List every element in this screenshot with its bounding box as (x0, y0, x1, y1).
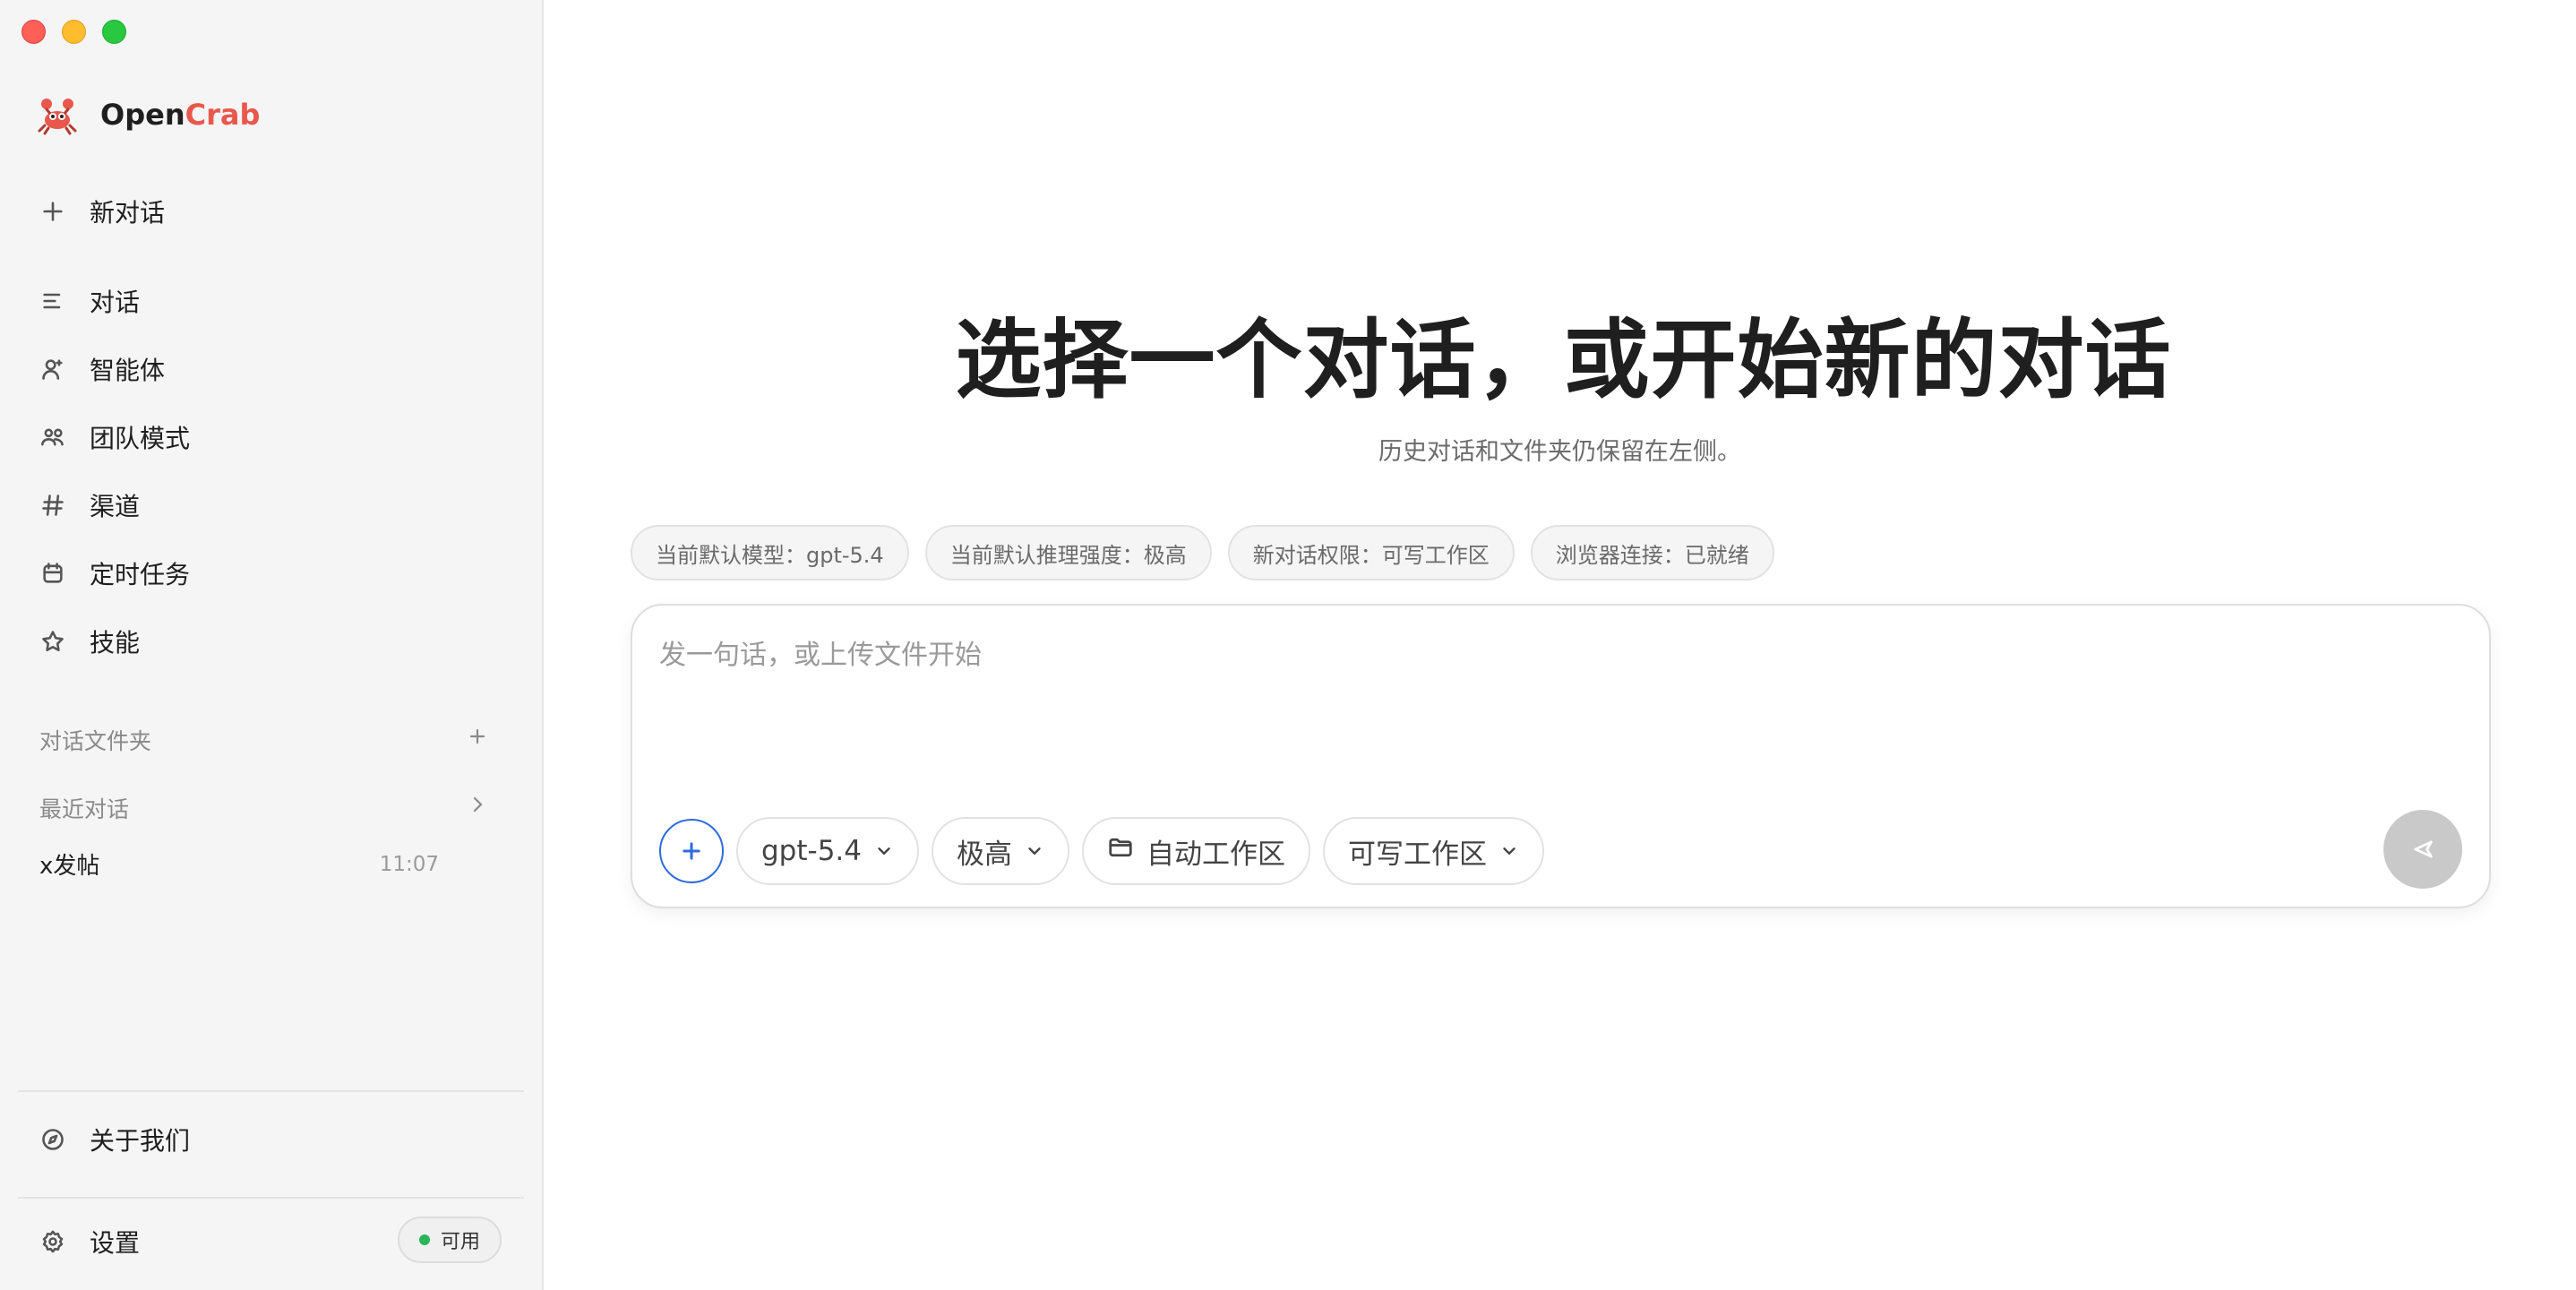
sidebar-item-label: 对话 (90, 288, 141, 317)
hash-icon (39, 492, 66, 519)
recent-chat-time: 11:07 (379, 852, 439, 876)
new-chat-button[interactable]: 新对话 (39, 192, 165, 231)
effort-select[interactable]: 极高 (932, 817, 1069, 885)
star-icon (39, 628, 66, 655)
permission-select-label: 可写工作区 (1348, 838, 1487, 871)
team-icon (39, 424, 66, 451)
maximize-window-button[interactable] (102, 20, 126, 44)
crab-logo-icon (38, 99, 77, 135)
plus-icon (683, 842, 700, 860)
sidebar-item-label: 渠道 (90, 492, 141, 521)
sidebar-item-agents[interactable]: 智能体 (39, 349, 165, 389)
model-select[interactable]: gpt-5.4 (736, 817, 919, 885)
window-controls (21, 20, 126, 44)
message-composer: gpt-5.4 极高 自动工作区 可写工作区 (631, 604, 2491, 908)
workspace-button[interactable]: 自动工作区 (1082, 817, 1310, 885)
chevron-down-icon (878, 847, 890, 855)
plus-icon (469, 728, 485, 744)
default-model-chip: 当前默认模型：gpt-5.4 (631, 525, 909, 580)
sidebar-item-label: 技能 (90, 628, 141, 658)
composer-toolbar: gpt-5.4 极高 自动工作区 可写工作区 (659, 817, 1544, 885)
sidebar: OpenCrab 新对话 对话 智能体 团队模式 渠道 定时任务 技能 对话文件… (0, 0, 544, 1290)
settings-button[interactable]: 设置 (39, 1222, 140, 1261)
recent-chat-title: x发帖 (39, 853, 100, 880)
send-button[interactable] (2383, 810, 2462, 889)
settings-label: 设置 (90, 1228, 141, 1258)
status-badge: 可用 (397, 1217, 502, 1263)
folder-icon (1109, 838, 1132, 857)
expand-recent-button[interactable] (467, 792, 488, 821)
brand-name: OpenCrab (100, 98, 261, 132)
minimize-window-button[interactable] (62, 20, 86, 44)
sidebar-item-channels[interactable]: 渠道 (39, 486, 140, 525)
sidebar-item-label: 定时任务 (90, 560, 191, 589)
effort-select-label: 极高 (957, 838, 1012, 871)
about-label: 关于我们 (90, 1126, 191, 1156)
attach-button[interactable] (659, 819, 724, 883)
permission-chip: 新对话权限：可写工作区 (1227, 525, 1515, 580)
plus-icon (39, 198, 66, 225)
defaults-chips: 当前默认模型：gpt-5.4 当前默认推理强度：极高 新对话权限：可写工作区 浏… (631, 525, 1774, 580)
close-window-button[interactable] (21, 20, 46, 44)
recent-section-label: 最近对话 (39, 796, 130, 822)
about-button[interactable]: 关于我们 (39, 1120, 190, 1159)
sidebar-item-label: 团队模式 (90, 424, 191, 453)
sidebar-item-scheduled[interactable]: 定时任务 (39, 554, 190, 593)
sidebar-item-label: 智能体 (90, 356, 166, 385)
agent-icon (39, 356, 66, 383)
add-folder-button[interactable] (467, 724, 488, 753)
lines-icon (39, 288, 66, 314)
model-select-label: gpt-5.4 (761, 835, 862, 867)
message-input[interactable] (659, 632, 2451, 740)
chevron-down-icon (1503, 847, 1516, 855)
sidebar-item-chats[interactable]: 对话 (39, 281, 140, 321)
main-panel: 选择一个对话，或开始新的对话 历史对话和文件夹仍保留在左侧。 当前默认模型：gp… (544, 0, 2576, 1290)
chevron-right-icon (473, 796, 483, 813)
permission-select[interactable]: 可写工作区 (1323, 817, 1544, 885)
recent-chat-item[interactable]: x发帖 11:07 (39, 847, 439, 881)
divider (18, 1197, 524, 1199)
calendar-icon (39, 560, 66, 587)
page-title: 选择一个对话，或开始新的对话 (955, 310, 2172, 410)
status-label: 可用 (440, 1231, 480, 1253)
compass-icon (39, 1126, 66, 1153)
folders-section-label: 对话文件夹 (39, 728, 152, 754)
default-effort-chip: 当前默认推理强度：极高 (924, 525, 1212, 580)
page-subtitle: 历史对话和文件夹仍保留在左侧。 (1378, 438, 1741, 466)
send-icon (2414, 840, 2433, 858)
divider (18, 1090, 524, 1092)
browser-connection-chip: 浏览器连接：已就绪 (1530, 525, 1774, 580)
chevron-down-icon (1028, 847, 1041, 855)
sidebar-item-skills[interactable]: 技能 (39, 622, 140, 661)
brand: OpenCrab (36, 93, 260, 136)
gear-icon (39, 1228, 66, 1255)
status-dot (418, 1234, 430, 1245)
app-window: OpenCrab 新对话 对话 智能体 团队模式 渠道 定时任务 技能 对话文件… (0, 0, 2576, 1290)
workspace-label: 自动工作区 (1146, 838, 1285, 871)
sidebar-item-team[interactable]: 团队模式 (39, 417, 190, 457)
new-chat-label: 新对话 (90, 198, 166, 228)
